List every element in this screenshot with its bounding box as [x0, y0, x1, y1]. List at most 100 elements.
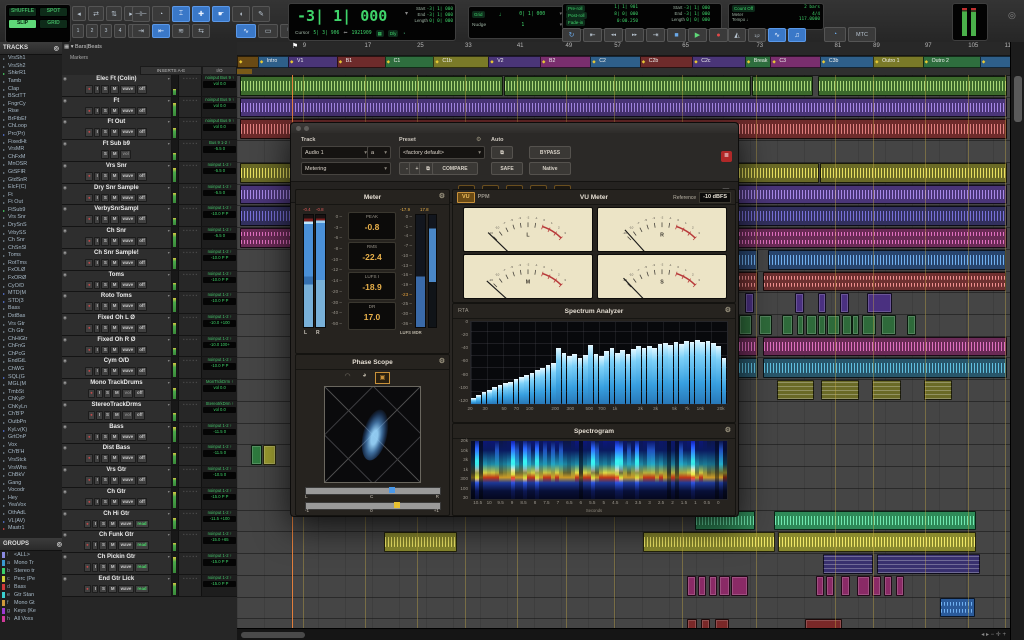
io-header[interactable]: I/O	[202, 66, 237, 75]
io-cell[interactable]: noinput 1-2 ↑-11.5 +100	[202, 510, 237, 531]
meter-settings-icon[interactable]: ⚙	[439, 192, 445, 200]
track-view-selector[interactable]: wave	[120, 172, 136, 181]
audio-region[interactable]	[738, 337, 759, 357]
audio-region[interactable]	[240, 98, 1007, 118]
mute-button[interactable]: M	[110, 367, 119, 376]
automation-mode-button[interactable]: read	[135, 563, 149, 572]
automation-mode-button[interactable]: off	[137, 346, 148, 355]
audio-region[interactable]	[852, 315, 859, 335]
input-monitor-button[interactable]: I	[92, 541, 98, 550]
record-enable-button[interactable]: ●	[84, 585, 92, 594]
audio-region[interactable]	[896, 576, 904, 596]
audio-region[interactable]	[816, 576, 824, 596]
automation-mode-button[interactable]: off	[137, 302, 148, 311]
solo-button[interactable]: S	[101, 215, 109, 224]
track-options-icon[interactable]: ◉	[63, 489, 67, 495]
sidebar-track-item[interactable]: ▸KyLv(K)	[0, 426, 62, 434]
track-name-panel[interactable]: Cym O/D◉▾●ISMwaveoff	[62, 357, 172, 378]
inserts-cell[interactable]: ▪ ▪ ▪ ▪ ▪	[179, 184, 203, 205]
track-name-panel[interactable]: Roto Toms◉▾●ISMwaveoff	[62, 292, 172, 313]
track-options-icon[interactable]: ◉	[63, 315, 67, 321]
inserts-cell[interactable]: ▪ ▪ ▪ ▪ ▪	[179, 227, 203, 248]
inserts-cell[interactable]: ▪ ▪ ▪ ▪ ▪	[179, 531, 203, 552]
track-view-selector[interactable]: vol	[120, 150, 131, 159]
mute-button[interactable]: M	[110, 150, 119, 159]
sidebar-track-item[interactable]: ▸ShkrR1	[0, 70, 62, 78]
input-monitor-button[interactable]: I	[94, 454, 100, 463]
automation-mode-button[interactable]: read	[135, 541, 149, 550]
audio-region[interactable]	[745, 293, 754, 313]
record-enable-button[interactable]: ●	[85, 498, 93, 507]
sidebar-track-item[interactable]: ▸ChKyLn	[0, 404, 62, 412]
sidebar-track-item[interactable]: ▸ChLoop	[0, 123, 62, 131]
delay-compensation-badge[interactable]: Dly	[388, 30, 399, 37]
sidebar-track-item[interactable]: ▸FtSub9	[0, 207, 62, 215]
audio-region[interactable]	[738, 250, 759, 270]
track-dropdown-icon[interactable]: ▾	[168, 293, 170, 298]
mute-button[interactable]: M	[110, 433, 119, 442]
mute-button[interactable]: M	[110, 281, 119, 290]
sidebar-track-item[interactable]: ▸Tamb	[0, 78, 62, 86]
record-enable-button[interactable]: ●	[85, 237, 93, 246]
audio-region[interactable]	[797, 315, 804, 335]
audio-region[interactable]	[818, 315, 826, 335]
timeline-clock-button[interactable]: ◔	[824, 27, 846, 42]
track-options-icon[interactable]: ◉	[63, 206, 67, 212]
track-name-panel[interactable]: Toms◉▾●ISMwaveoff	[62, 271, 172, 292]
inserts-cell[interactable]: ▪ ▪ ▪ ▪ ▪	[179, 75, 203, 96]
audio-region[interactable]	[774, 511, 976, 531]
counter-dropdown-icon[interactable]: ▾	[405, 10, 408, 17]
input-monitor-button[interactable]: I	[96, 389, 102, 398]
track-dropdown-icon[interactable]: ▾	[168, 402, 170, 407]
main-counter[interactable]: -3| 1| 000 ▾ Start -3| 1| 000 End -3| 1|…	[288, 3, 456, 41]
solo-button[interactable]: S	[101, 302, 109, 311]
input-monitor-button[interactable]: I	[92, 585, 98, 594]
play-button[interactable]: ▶	[688, 28, 707, 42]
audio-region[interactable]	[778, 532, 976, 552]
mute-button[interactable]: M	[110, 107, 119, 116]
track-dropdown-icon[interactable]: ▾	[168, 98, 170, 103]
conductor-icon[interactable]: ♫	[788, 28, 806, 42]
sidebar-track-item[interactable]: ▸OutbPn	[0, 419, 62, 427]
bars-beats-ruler[interactable]: 91725334149576573818997105113⚑	[237, 42, 1010, 56]
record-enable-button[interactable]: ●	[85, 454, 93, 463]
sidebar-track-item[interactable]: ▸ChSnSl	[0, 244, 62, 252]
go-to-end-button[interactable]: ⇥	[646, 28, 665, 42]
automation-mode-button[interactable]: off	[137, 498, 148, 507]
fade-in-label[interactable]: Fade-in	[566, 19, 585, 26]
inserts-cell[interactable]: ▪ ▪ ▪ ▪ ▪	[179, 205, 203, 226]
inserts-cell[interactable]: ▪ ▪ ▪ ▪ ▪	[179, 336, 203, 357]
audio-region[interactable]	[698, 576, 706, 596]
io-cell[interactable]: noinput Bus 9 ↑vol 0.0	[202, 118, 237, 139]
zoom-preset-button[interactable]: 4	[114, 24, 126, 38]
spectrogram-settings-icon[interactable]: ⚙	[725, 426, 731, 434]
mute-button[interactable]: M	[110, 194, 119, 203]
zoom-vertical-icon[interactable]: ⇅	[106, 6, 122, 21]
track-row[interactable]: Vrs Snr◉▾●ISMwaveoff▪ ▪ ▪ ▪ ▪noinput 1-2…	[62, 162, 237, 184]
track-row[interactable]: End Gtr Lick◉▾●ISMwaveread▪ ▪ ▪ ▪ ▪noinp…	[62, 575, 237, 597]
io-cell[interactable]: noinput 1-2 ↑-10.0 P P	[202, 357, 237, 378]
sidebar-track-item[interactable]: ▸Ch Snr	[0, 237, 62, 245]
auto-enable-icon[interactable]: ⧉	[491, 146, 513, 159]
track-options-icon[interactable]: ◉	[63, 337, 67, 343]
metering-plugin-window[interactable]: Track Preset ⚙ Auto Audio 1▾ a▾ Metering…	[290, 122, 739, 517]
track-row[interactable]: Vrs Gtr◉▾●ISMwaveoff▪ ▪ ▪ ▪ ▪noinput 1-2…	[62, 466, 237, 488]
sidebar-track-item[interactable]: ▸Vox	[0, 441, 62, 449]
io-cell[interactable]: noinput 1-2 ↑-10.0 P P	[202, 249, 237, 270]
sidebar-track-item[interactable]: ▸Ch'B'P	[0, 411, 62, 419]
audio-region[interactable]	[777, 380, 814, 400]
io-cell[interactable]: noinput 1-2 ↑-15.0 P P	[202, 488, 237, 509]
automation-mode-button[interactable]: off	[137, 194, 148, 203]
sidebar-track-item[interactable]: ▸Vrs Snr	[0, 214, 62, 222]
solo-button[interactable]: S	[101, 346, 109, 355]
io-cell[interactable]: StereotrkDrm ↑vol 0.0	[202, 401, 237, 422]
sidebar-track-item[interactable]: ▸VrsStck	[0, 457, 62, 465]
record-enable-button[interactable]: ●	[84, 541, 92, 550]
io-cell[interactable]: noinput 1-2 ↑-10.0 P P	[202, 205, 237, 226]
input-monitor-button[interactable]: I	[94, 302, 100, 311]
track-name-panel[interactable]: Ch Snr Sample!◉▾●ISMwaveoff	[62, 249, 172, 270]
section-marker[interactable]	[980, 56, 1010, 68]
mute-button[interactable]: M	[112, 411, 121, 420]
track-row[interactable]: Ft◉▾●ISMwaveoff▪ ▪ ▪ ▪ ▪noinput Bus 9 ↑v…	[62, 97, 237, 119]
plugin-titlebar[interactable]	[291, 123, 738, 133]
